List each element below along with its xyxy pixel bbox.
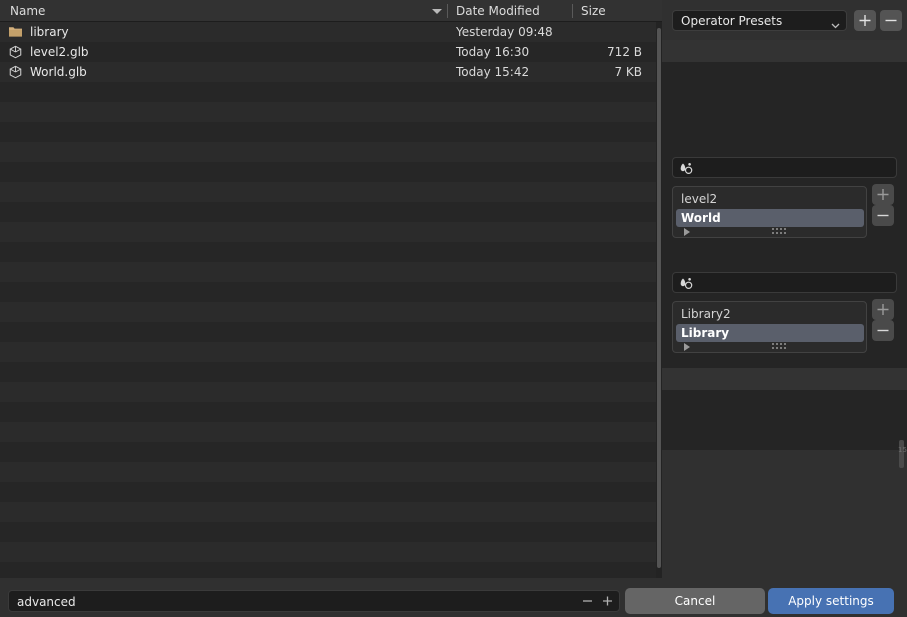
play-triangle-icon[interactable] <box>684 228 690 236</box>
table-row-empty[interactable] <box>0 342 656 362</box>
file-name: level2.glb <box>30 45 89 59</box>
preset-row: Operator Presets <box>662 0 907 34</box>
file-browser-region[interactable]: Name Date Modified Size library Yesterda… <box>0 0 662 582</box>
file-list-scrollbar-thumb[interactable] <box>657 28 661 568</box>
file-list-column-header: Name Date Modified Size <box>0 0 662 22</box>
library-scenes-add-button[interactable] <box>872 299 894 320</box>
table-row-empty[interactable] <box>0 502 656 522</box>
table-row[interactable]: level2.glb Today 16:30 712 B <box>0 42 656 62</box>
scrollbar-hint-label: 15 <box>898 446 907 454</box>
table-row-empty[interactable] <box>0 462 656 482</box>
panel-body-blueprints <box>662 390 907 450</box>
panel-header-blueprints[interactable]: Blueprints <box>662 368 907 390</box>
table-row-empty[interactable] <box>0 182 656 202</box>
main-scenes-add-button[interactable] <box>872 184 894 205</box>
table-row-empty[interactable] <box>0 162 656 182</box>
list-footer <box>676 224 864 238</box>
main-scenes-search-input[interactable] <box>672 157 897 178</box>
column-header-date-modified[interactable]: Date Modified <box>456 4 540 18</box>
column-header-size[interactable]: Size <box>581 4 606 18</box>
apply-settings-button[interactable]: Apply settings <box>768 588 894 614</box>
file-size: 7 KB <box>614 65 642 79</box>
file-size: 712 B <box>607 45 642 59</box>
operator-panel-scrollbar-thumb[interactable] <box>899 440 904 468</box>
table-row[interactable]: library Yesterday 09:48 <box>0 22 656 42</box>
list-item-label: level2 <box>681 192 718 206</box>
table-row-empty[interactable] <box>0 242 656 262</box>
minus-icon <box>872 329 894 344</box>
list-item-label: Library <box>681 326 730 340</box>
table-row-empty[interactable] <box>0 402 656 422</box>
table-row-empty[interactable] <box>0 122 656 142</box>
cancel-button[interactable]: Cancel <box>625 588 765 614</box>
sort-descending-arrow-icon[interactable] <box>432 9 442 14</box>
table-row-empty[interactable] <box>0 302 656 322</box>
list-item-label: Library2 <box>681 307 731 321</box>
table-row-empty[interactable] <box>0 82 656 102</box>
file-date: Today 15:42 <box>456 65 530 79</box>
operator-presets-dropdown[interactable]: Operator Presets <box>672 10 847 31</box>
panel-header-gltf[interactable]: Gltf <box>662 479 907 501</box>
mesh-data-icon <box>8 45 23 59</box>
table-row-empty[interactable] <box>0 202 656 222</box>
file-date: Today 16:30 <box>456 45 530 59</box>
panel-header-auto-export[interactable]: Auto export <box>662 40 907 62</box>
list-item[interactable]: Library2 <box>676 305 864 323</box>
scene-data-icon <box>679 161 694 176</box>
table-row-empty[interactable] <box>0 282 656 302</box>
file-name: World.glb <box>30 65 87 79</box>
play-triangle-icon[interactable] <box>684 343 690 351</box>
table-row-empty[interactable] <box>0 382 656 402</box>
table-row-empty[interactable] <box>0 522 656 542</box>
main-scenes-list[interactable]: level2 World <box>672 186 867 238</box>
operator-settings-panel: Operator Presets Auto export Re <box>662 0 907 578</box>
mesh-data-icon <box>8 65 23 79</box>
library-scenes-search-input[interactable] <box>672 272 897 293</box>
file-date: Yesterday 09:48 <box>456 25 553 39</box>
file-name-input[interactable]: advanced <box>8 590 620 612</box>
increment-button[interactable] <box>601 595 614 607</box>
table-row-empty[interactable] <box>0 542 656 562</box>
cancel-button-label: Cancel <box>674 594 716 608</box>
minus-icon <box>872 214 894 229</box>
table-row-empty[interactable] <box>0 482 656 502</box>
chevron-down-icon <box>831 18 840 29</box>
column-divider[interactable] <box>447 4 448 18</box>
table-row-empty[interactable] <box>0 102 656 122</box>
file-list[interactable]: library Yesterday 09:48 level2.glb Today… <box>0 22 656 582</box>
table-row-empty[interactable] <box>0 142 656 162</box>
list-footer <box>676 339 864 353</box>
table-row-empty[interactable] <box>0 362 656 382</box>
operator-presets-value: Operator Presets <box>681 14 783 28</box>
table-row-empty[interactable] <box>0 262 656 282</box>
minus-icon <box>880 10 902 31</box>
list-item[interactable]: level2 <box>676 190 864 208</box>
scene-data-icon <box>679 276 694 291</box>
grip-dots-icon[interactable] <box>772 343 786 350</box>
table-row-empty[interactable] <box>0 422 656 442</box>
grip-dots-icon[interactable] <box>772 228 786 235</box>
add-preset-button[interactable] <box>854 10 876 31</box>
table-row-empty[interactable] <box>0 222 656 242</box>
file-name-value: advanced <box>17 595 76 609</box>
remove-preset-button[interactable] <box>880 10 902 31</box>
table-row-empty[interactable] <box>0 322 656 342</box>
library-scenes-remove-button[interactable] <box>872 320 894 341</box>
table-row[interactable]: World.glb Today 15:42 7 KB <box>0 62 656 82</box>
table-row-empty[interactable] <box>0 442 656 462</box>
decrement-button[interactable] <box>581 595 594 607</box>
list-item-label: World <box>681 211 721 225</box>
column-divider[interactable] <box>572 4 573 18</box>
panel-header-exported-collections[interactable]: Blueprints: Exported Collections <box>662 454 907 476</box>
main-scenes-remove-button[interactable] <box>872 205 894 226</box>
file-name: library <box>30 25 69 39</box>
plus-icon <box>854 10 876 31</box>
column-header-name[interactable]: Name <box>10 4 45 18</box>
apply-settings-button-label: Apply settings <box>788 594 874 608</box>
library-scenes-list[interactable]: Library2 Library <box>672 301 867 353</box>
folder-icon <box>8 25 23 39</box>
